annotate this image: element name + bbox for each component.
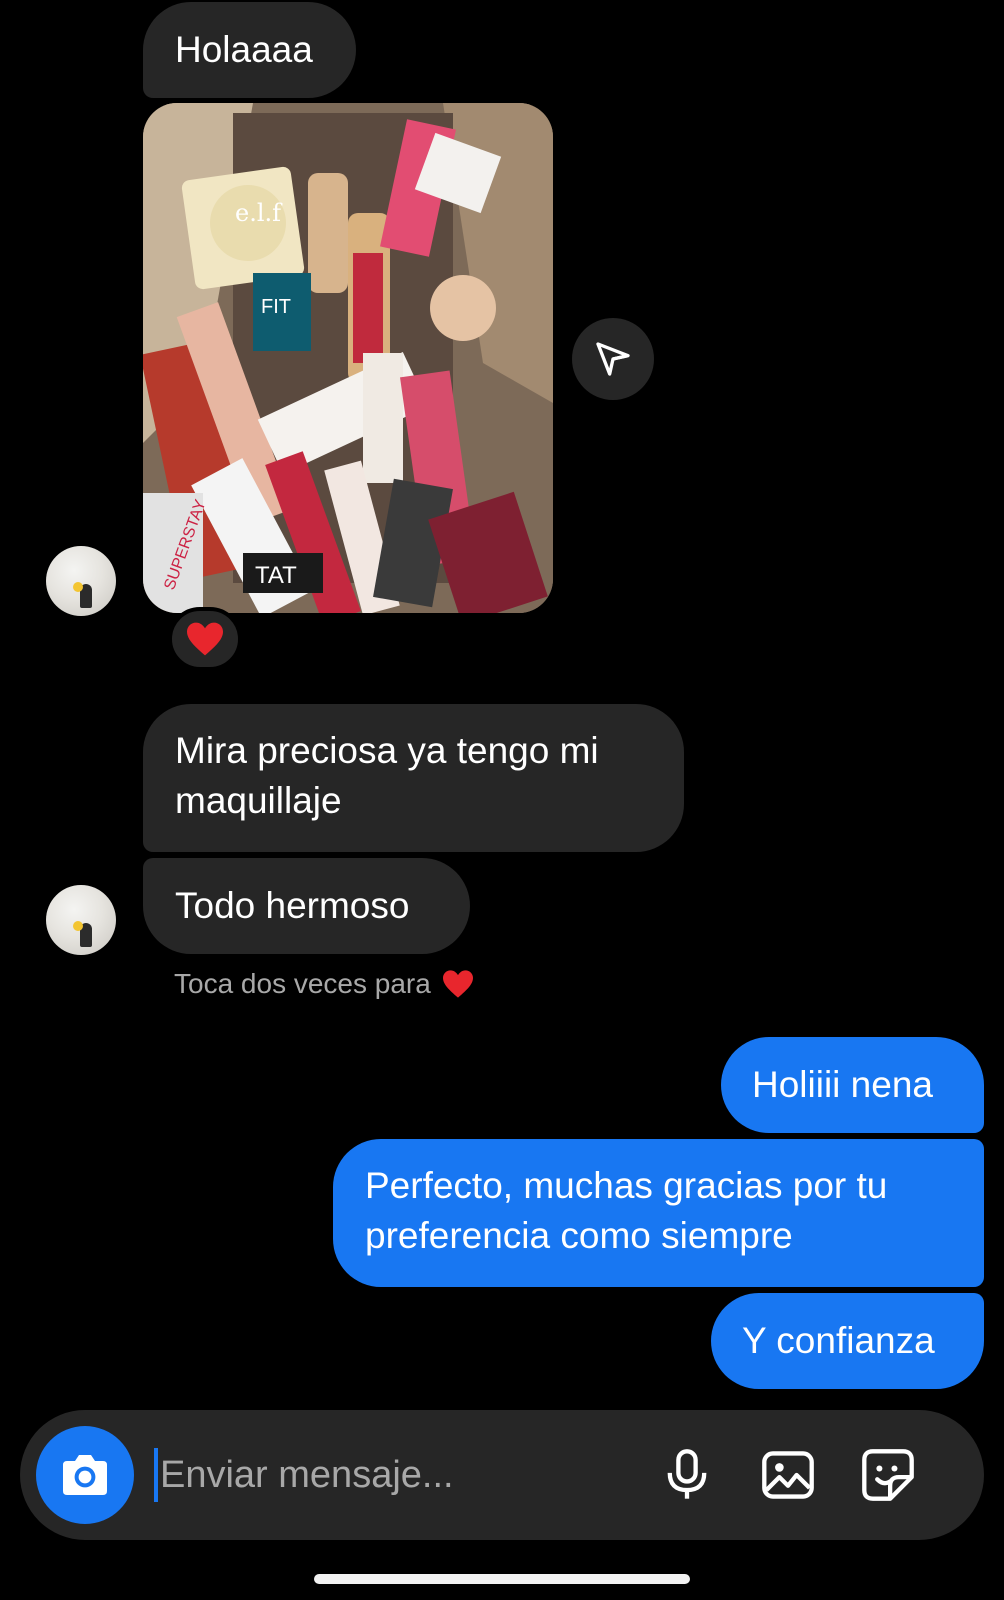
home-indicator[interactable] [314, 1574, 690, 1584]
camera-icon [63, 1455, 107, 1495]
sticker-icon [862, 1449, 914, 1501]
photo-label-elf: e.l.f [235, 199, 283, 227]
incoming-message-bubble[interactable]: Holaaaa [143, 2, 356, 98]
shared-photo[interactable]: e.l.f FIT SUPERSTAY TAT [143, 103, 553, 613]
photo-label-tat: TAT [255, 562, 297, 589]
camera-button[interactable] [36, 1426, 134, 1524]
heart-reaction[interactable] [168, 607, 242, 671]
message-text: Holiiii nena [752, 1064, 933, 1105]
heart-icon [187, 622, 223, 656]
hint-text: Toca dos veces para [174, 968, 431, 999]
heart-icon [442, 970, 473, 998]
send-icon [596, 342, 630, 376]
sticker-button[interactable] [853, 1440, 923, 1510]
incoming-message-bubble[interactable]: Todo hermoso [143, 858, 470, 954]
sender-avatar[interactable] [46, 546, 116, 616]
message-input[interactable] [156, 1440, 640, 1510]
photo-label-fit: FIT [261, 296, 291, 318]
message-text-line-2: maquillaje [175, 780, 342, 821]
message-composer [20, 1410, 984, 1540]
outgoing-message-bubble[interactable]: Holiiii nena [721, 1037, 984, 1133]
outgoing-message-bubble[interactable]: Perfecto, muchas gracias por tu preferen… [333, 1139, 984, 1287]
double-tap-hint: Toca dos veces para [174, 968, 475, 1000]
message-text-line-1: Mira preciosa ya tengo mi [175, 730, 599, 771]
message-text-line-2: preferencia como siempre [365, 1215, 793, 1256]
gallery-icon [762, 1451, 814, 1499]
gallery-button[interactable] [753, 1440, 823, 1510]
microphone-button[interactable] [652, 1440, 722, 1510]
share-photo-button[interactable] [572, 318, 654, 400]
message-text: Y confianza [742, 1320, 935, 1361]
sender-avatar[interactable] [46, 885, 116, 955]
message-text-line-1: Perfecto, muchas gracias por tu [365, 1165, 888, 1206]
microphone-icon [667, 1449, 707, 1499]
message-text: Holaaaa [175, 29, 313, 70]
outgoing-message-bubble[interactable]: Y confianza [711, 1293, 984, 1389]
makeup-box-photo: e.l.f FIT SUPERSTAY TAT [143, 103, 553, 613]
message-text: Todo hermoso [175, 885, 410, 926]
incoming-message-bubble[interactable]: Mira preciosa ya tengo mi maquillaje [143, 704, 684, 852]
